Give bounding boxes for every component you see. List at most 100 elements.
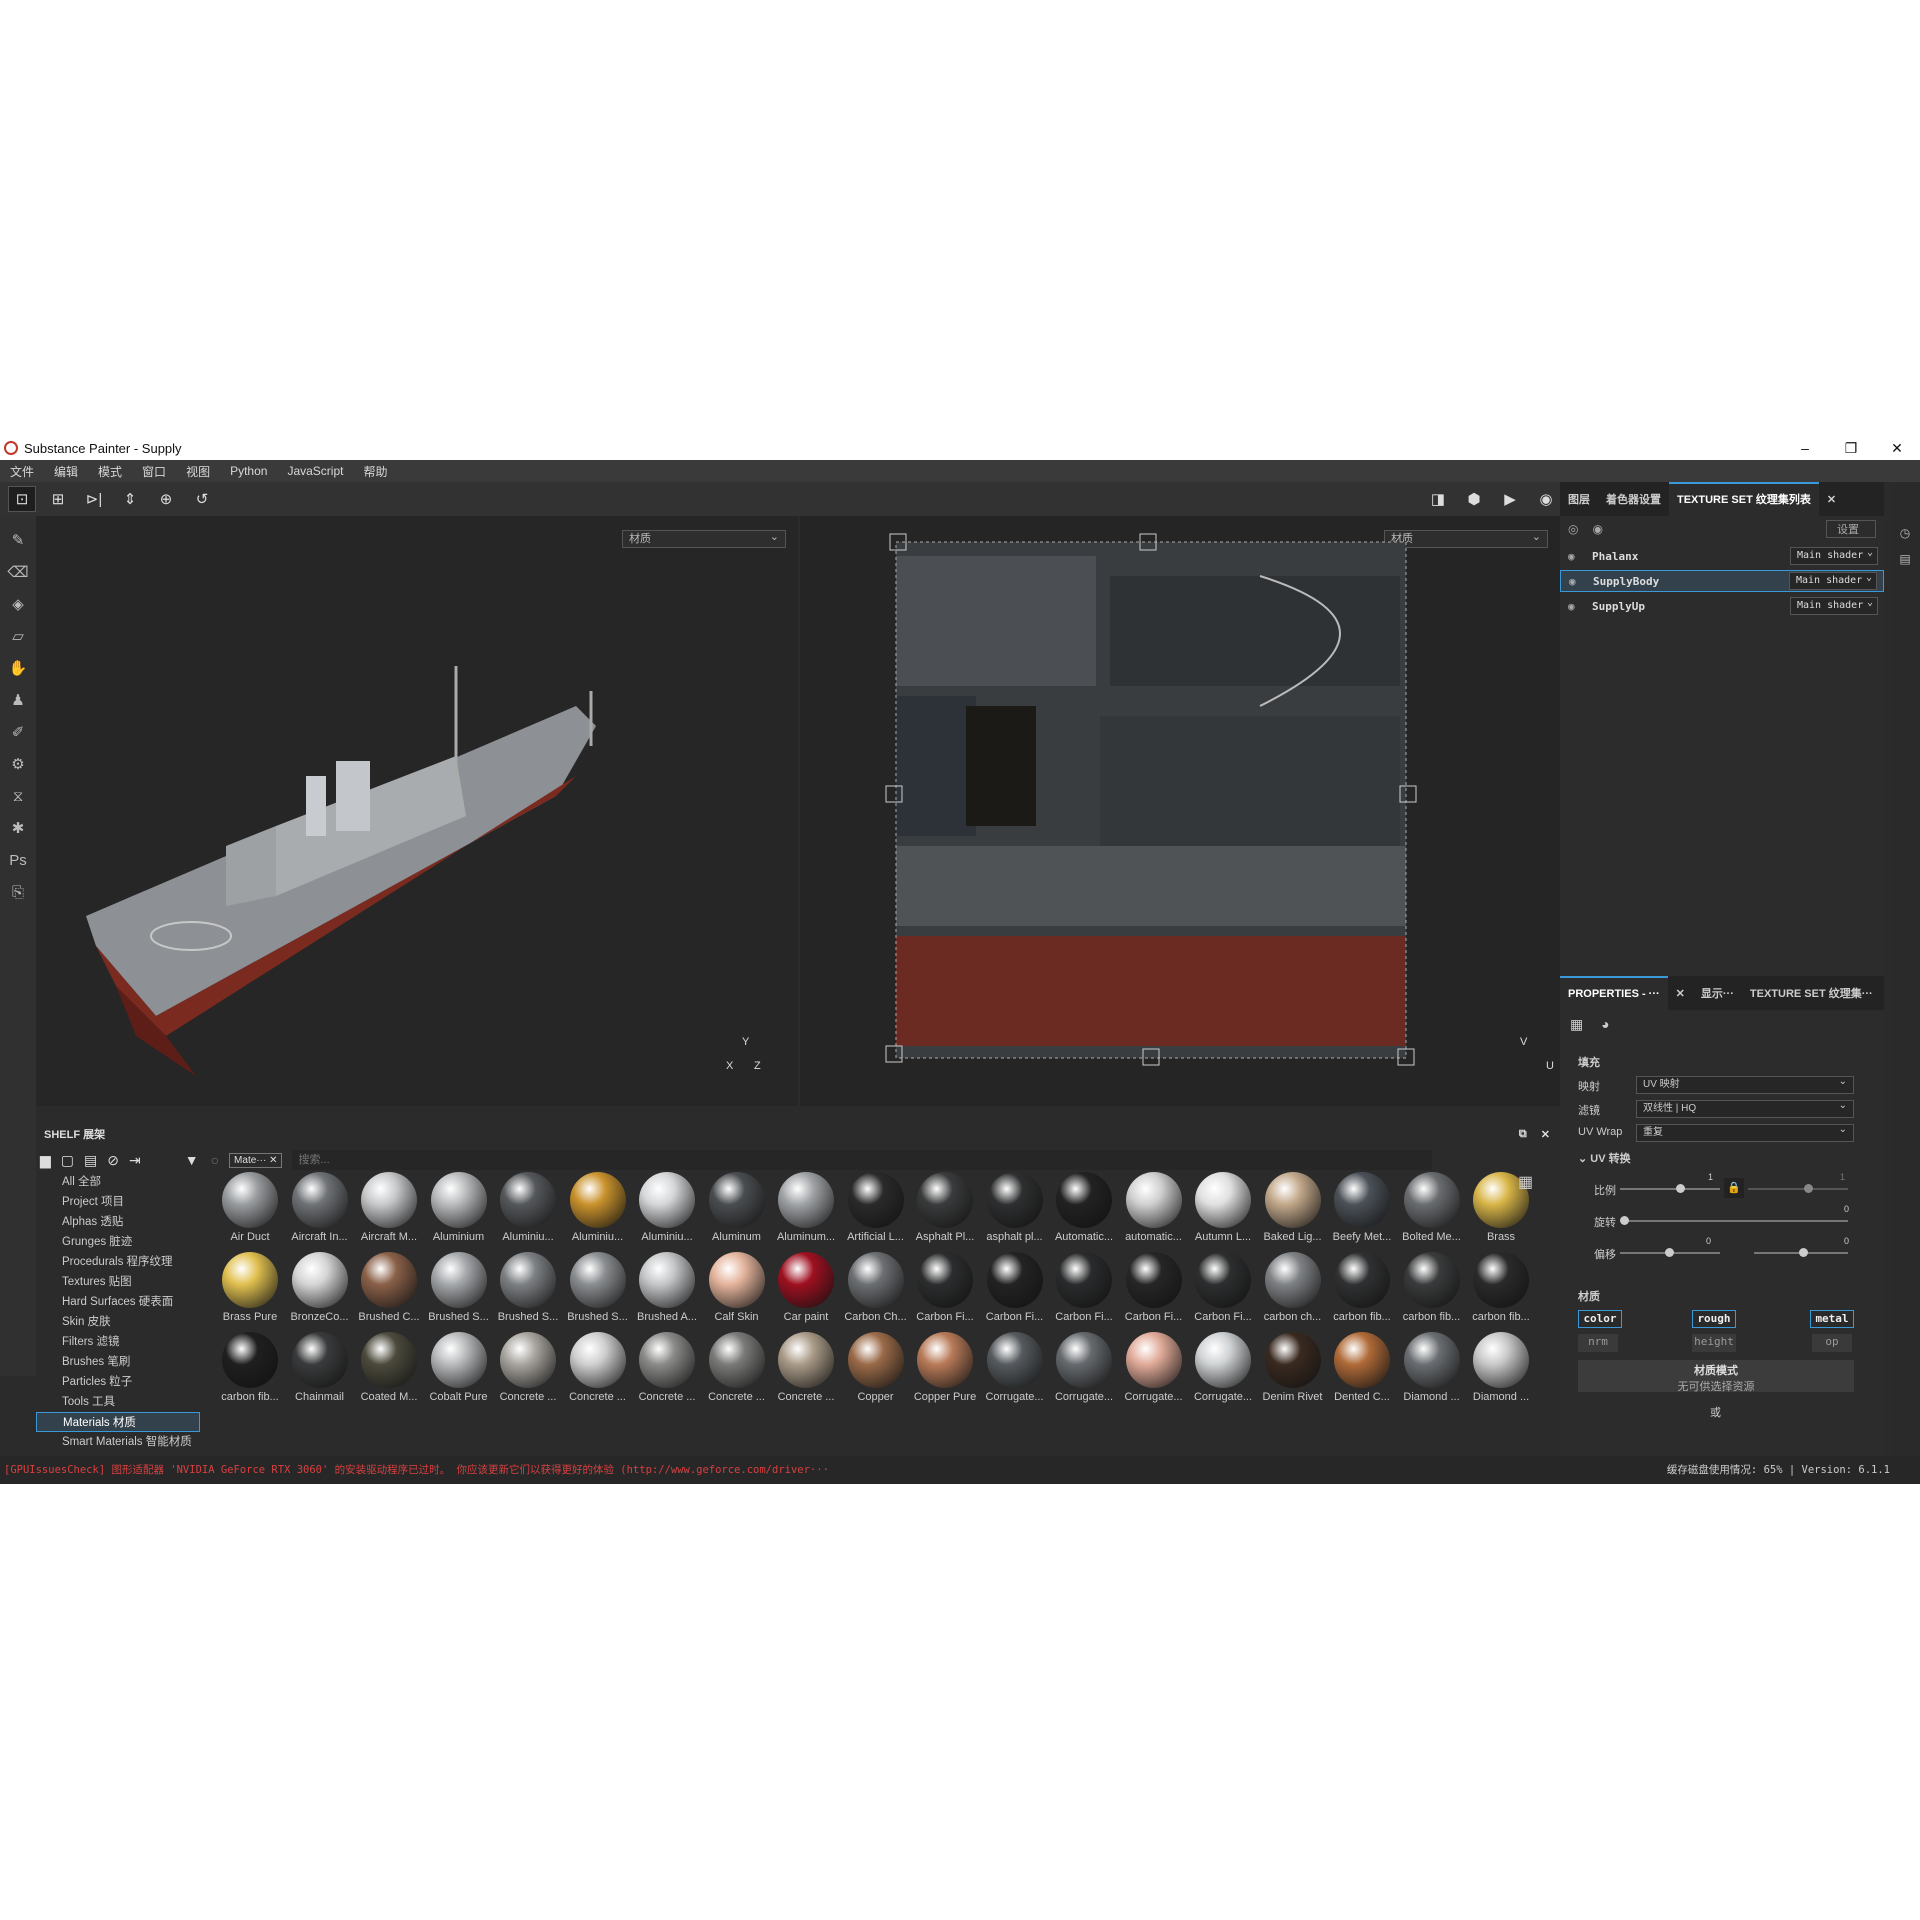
clone-icon[interactable]: ♟ [11, 684, 24, 716]
grid-view-icon[interactable]: ⊞ [44, 486, 72, 512]
menu-javascript[interactable]: JavaScript [277, 464, 353, 478]
material-thumbnail[interactable]: Aluminium [425, 1172, 493, 1250]
material-thumbnail[interactable]: Carbon Fi... [1120, 1252, 1188, 1330]
maximize-icon[interactable]: ❐ [1828, 440, 1874, 457]
scale-slider[interactable] [1620, 1184, 1720, 1193]
offset-u-slider[interactable] [1620, 1248, 1720, 1257]
minimize-icon[interactable]: – [1782, 440, 1828, 457]
material-thumbnail[interactable]: Carbon Fi... [911, 1252, 979, 1330]
material-thumbnail[interactable]: automatic... [1120, 1172, 1188, 1250]
add-icon[interactable]: ⊕ [152, 486, 180, 512]
close-panel-icon[interactable]: ✕ [1819, 493, 1844, 506]
menu-view[interactable]: 视图 [176, 463, 220, 480]
texture-set-row[interactable]: ◉ SupplyBody Main shader [1560, 570, 1884, 592]
settings-dropdown[interactable]: 设置 [1826, 520, 1876, 538]
save-icon[interactable]: ▤ [84, 1152, 97, 1169]
channel-op-toggle[interactable]: op [1812, 1334, 1852, 1352]
category-smart-materials[interactable]: Smart Materials 智能材质 [36, 1432, 200, 1452]
screenshot-icon[interactable]: ◉ [1532, 486, 1560, 512]
scale-slider-2[interactable] [1748, 1184, 1848, 1193]
hide-icon[interactable]: ⊘ [107, 1152, 119, 1169]
material-thumbnail[interactable]: Copper Pure [911, 1332, 979, 1410]
uvwrap-select[interactable]: 重复 [1636, 1122, 1854, 1142]
menu-python[interactable]: Python [220, 464, 277, 478]
material-thumbnail[interactable]: Diamond ... [1398, 1332, 1466, 1410]
tab-display[interactable]: 显示··· [1693, 985, 1742, 1001]
material-ball-icon[interactable]: ◕ [1601, 1016, 1609, 1032]
material-thumbnail[interactable]: Calf Skin [703, 1252, 771, 1330]
viewport-3d[interactable]: 材质 Y X Z [36, 516, 798, 1106]
menu-help[interactable]: 帮助 [353, 463, 397, 480]
texture-set-row[interactable]: ◉ Phalanx Main shader [1560, 545, 1884, 567]
visibility-all-icon[interactable]: ◎ [1568, 522, 1578, 536]
close-properties-icon[interactable]: ✕ [1668, 987, 1693, 1000]
menu-window[interactable]: 窗口 [132, 463, 176, 480]
uv-transform-title[interactable]: ⌄ UV 转换 [1578, 1150, 1631, 1166]
bake-icon[interactable]: ⧖ [13, 780, 24, 812]
material-thumbnail[interactable]: Corrugate... [1120, 1332, 1188, 1410]
category-materials[interactable]: Materials 材质 [36, 1412, 200, 1432]
shader-select[interactable]: Main shader [1790, 545, 1878, 565]
material-thumbnail[interactable]: Corrugate... [1050, 1332, 1118, 1410]
folder-icon[interactable]: ▆ [40, 1152, 51, 1169]
menu-file[interactable]: 文件 [0, 463, 44, 480]
grid-size-icon[interactable]: ▦ [1518, 1172, 1533, 1192]
menu-mode[interactable]: 模式 [88, 463, 132, 480]
material-thumbnail[interactable]: Beefy Met... [1328, 1172, 1396, 1250]
material-thumbnail[interactable]: carbon fib... [216, 1332, 284, 1410]
float-panel-icon[interactable]: ⧉ [1519, 1128, 1527, 1141]
log-panel-icon[interactable]: ▤ [1890, 552, 1920, 566]
material-thumbnail[interactable]: Carbon Fi... [1050, 1252, 1118, 1330]
eye-icon[interactable]: ◉ [1592, 522, 1602, 536]
category-textures[interactable]: Textures 贴图 [36, 1272, 200, 1292]
material-thumbnail[interactable]: Aluminiu... [633, 1172, 701, 1250]
channel-height-toggle[interactable]: height [1692, 1334, 1736, 1352]
material-thumbnail[interactable]: Brass Pure [216, 1252, 284, 1330]
material-thumbnail[interactable]: Brushed S... [494, 1252, 562, 1330]
material-thumbnail[interactable]: Baked Lig... [1259, 1172, 1327, 1250]
material-thumbnail[interactable]: Corrugate... [981, 1332, 1049, 1410]
material-thumbnail[interactable]: Chainmail [286, 1332, 354, 1410]
filter-icon[interactable]: ▼ [185, 1152, 199, 1168]
close-icon[interactable]: ✕ [1874, 440, 1920, 457]
shelf-search-input[interactable] [292, 1150, 1433, 1170]
tab-layers[interactable]: 图层 [1560, 491, 1598, 507]
category-particles[interactable]: Particles 粒子 [36, 1372, 200, 1392]
material-thumbnail[interactable]: Car paint [772, 1252, 840, 1330]
symmetry-icon[interactable]: ⇕ [116, 486, 144, 512]
material-thumbnail[interactable]: carbon fib... [1398, 1252, 1466, 1330]
export-icon[interactable]: ⎘ [12, 876, 24, 908]
material-thumbnail[interactable]: Brushed S... [564, 1252, 632, 1330]
material-thumbnail[interactable]: Aircraft M... [355, 1172, 423, 1250]
filter-select[interactable]: 双线性 | HQ [1636, 1098, 1854, 1118]
plugin-icon[interactable]: ✱ [12, 812, 25, 844]
eye-icon[interactable]: ◉ [1568, 550, 1588, 563]
material-thumbnail[interactable]: Automatic... [1050, 1172, 1118, 1250]
material-thumbnail[interactable]: Bolted Me... [1398, 1172, 1466, 1250]
offset-v-slider[interactable] [1754, 1248, 1848, 1257]
material-thumbnail[interactable]: Aluminum... [772, 1172, 840, 1250]
photoshop-icon[interactable]: Ps [9, 844, 27, 876]
gpu-warning-text[interactable]: [GPUIssuesCheck] 图形适配器 'NVIDIA GeForce R… [4, 1462, 829, 1477]
tab-texture-set-settings[interactable]: TEXTURE SET 纹理集··· [1742, 985, 1881, 1001]
viewport-2d-uv[interactable]: 材质 V U [800, 516, 1560, 1106]
history-icon[interactable]: ↺ [188, 486, 216, 512]
eye-icon[interactable]: ◉ [1568, 600, 1588, 613]
material-thumbnail[interactable]: Dented C... [1328, 1332, 1396, 1410]
category-hard-surfaces[interactable]: Hard Surfaces 硬表面 [36, 1292, 200, 1312]
material-thumbnail[interactable]: Carbon Ch... [842, 1252, 910, 1330]
channel-rough-toggle[interactable]: rough [1692, 1310, 1736, 1328]
eraser-icon[interactable]: ⌫ [7, 556, 28, 588]
polygon-fill-icon[interactable]: ▱ [12, 620, 24, 652]
new-folder-icon[interactable]: ▢ [61, 1152, 74, 1169]
material-thumbnail[interactable]: Concrete ... [703, 1332, 771, 1410]
material-thumbnail[interactable]: Asphalt Pl... [911, 1172, 979, 1250]
shader-select[interactable]: Main shader [1789, 570, 1877, 590]
material-thumbnail[interactable]: asphalt pl... [981, 1172, 1049, 1250]
material-mode-button[interactable]: 材质模式 无可供选择资源 [1578, 1360, 1854, 1393]
tab-properties[interactable]: PROPERTIES - ··· [1560, 976, 1668, 1010]
color-picker-icon[interactable]: ✐ [12, 716, 25, 748]
channel-metal-toggle[interactable]: metal [1810, 1310, 1854, 1328]
material-thumbnail[interactable]: Brushed S... [425, 1252, 493, 1330]
cube-icon[interactable]: ⬢ [1460, 486, 1488, 512]
